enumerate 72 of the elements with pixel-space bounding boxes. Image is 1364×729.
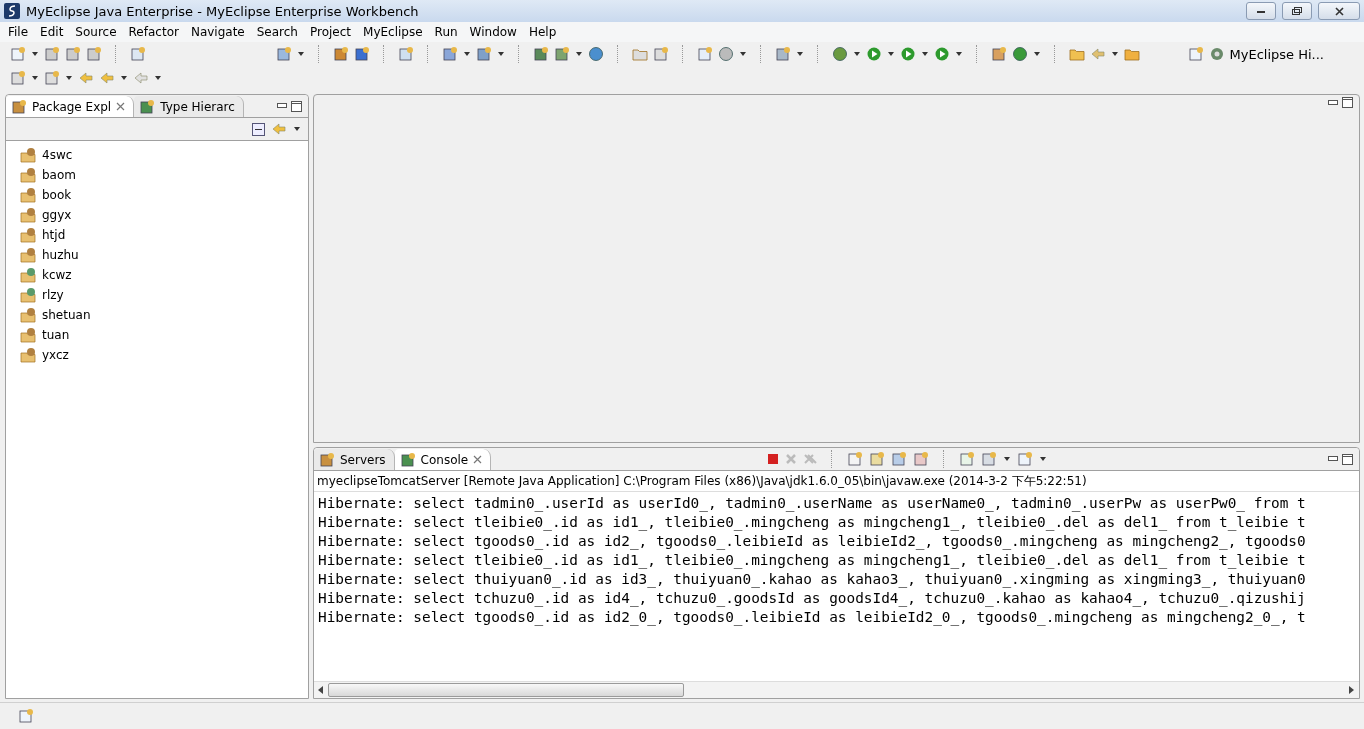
- project-icon: [20, 327, 38, 343]
- app-logo-icon: [4, 3, 20, 19]
- tree-item[interactable]: rlzy: [42, 288, 64, 302]
- close-button[interactable]: [1318, 2, 1360, 20]
- tree-item[interactable]: ggyx: [42, 208, 72, 222]
- maximize-icon[interactable]: [1342, 453, 1353, 465]
- tree-item[interactable]: yxcz: [42, 348, 69, 362]
- maximize-icon[interactable]: [291, 100, 302, 112]
- folder-icon[interactable]: [1069, 46, 1085, 62]
- menu-item[interactable]: Run: [428, 25, 464, 39]
- menu-item[interactable]: Edit: [34, 25, 70, 39]
- close-icon: [1334, 6, 1344, 16]
- console-line: Hibernate: select tleibie0_.id as id1_, tleibie0_.mingcheng as mingcheng1_, tleibie0_.del as del1_ from t_leibie t: [318, 513, 1307, 532]
- tree-item[interactable]: book: [42, 188, 72, 202]
- tree-item[interactable]: 4swc: [42, 148, 73, 162]
- minimize-icon: [1257, 9, 1265, 13]
- tree-item[interactable]: htjd: [42, 228, 66, 242]
- scroll-left-icon[interactable]: [318, 686, 324, 694]
- project-icon: [20, 207, 38, 223]
- console-line: Hibernate: select tgoods0_.id as id2_0_, tgoods0_.leibieId as leibieId2_0_, tgoods0_.mingcheng as mingcheng2_0_, t: [318, 608, 1307, 627]
- project-icon: [20, 347, 38, 363]
- run-icon[interactable]: [934, 46, 950, 62]
- folder-icon[interactable]: [632, 46, 648, 62]
- menu-item[interactable]: Project: [303, 25, 358, 39]
- tree-item[interactable]: baom: [42, 168, 76, 182]
- minimize-icon[interactable]: [1328, 99, 1338, 106]
- console-line: Hibernate: select thuiyuan0_.id as id3_, thuiyuan0_.kahao as kahao3_, thuiyuan0_.xingming as xingming3_, thuiyuan0: [318, 570, 1307, 589]
- view-tab[interactable]: Servers: [314, 449, 395, 470]
- run-icon[interactable]: [900, 46, 916, 62]
- menu-item[interactable]: Source: [69, 25, 123, 39]
- maximize-icon[interactable]: [1342, 97, 1353, 108]
- perspective-button[interactable]: MyEclipse Hi...: [1229, 46, 1324, 62]
- menu-item[interactable]: Search: [250, 25, 304, 39]
- project-icon: [20, 167, 38, 183]
- tree-item[interactable]: huzhu: [42, 248, 79, 262]
- collapse-all-icon[interactable]: [252, 122, 265, 136]
- folder-icon[interactable]: [1124, 46, 1140, 62]
- project-icon: [20, 247, 38, 263]
- window-title: MyEclipse Java Enterprise - MyEclipse Enterprise Workbench: [26, 3, 420, 19]
- console-line: Hibernate: select tgoods0_.id as id2_, tgoods0_.leibieId as leibieId2_, tgoods0_.mingcheng as mingcheng2_, tgoods0: [318, 532, 1307, 551]
- console-line: Hibernate: select tleibie0_.id as id1_, tleibie0_.mingcheng as mingcheng1_, tleibie0_.del as del1_ from t_leibie t: [318, 551, 1307, 570]
- menu-item[interactable]: MyEclipse: [357, 25, 429, 39]
- restore-button[interactable]: [1282, 2, 1312, 20]
- menu-item[interactable]: Refactor: [122, 25, 185, 39]
- menu-item[interactable]: Window: [463, 25, 523, 39]
- minimize-icon[interactable]: [1328, 456, 1338, 462]
- close-icon[interactable]: [473, 455, 483, 464]
- restore-icon: [1292, 7, 1302, 15]
- project-icon: [20, 287, 38, 303]
- project-icon: [20, 147, 38, 163]
- scroll-right-icon[interactable]: [1349, 686, 1355, 694]
- console-line: Hibernate: select tadmin0_.userId as userId0_, tadmin0_.userName as userName0_, tadmin0_.userPw as userPw0_ from t: [318, 494, 1307, 513]
- menu-item[interactable]: Help: [522, 25, 563, 39]
- minimize-button[interactable]: [1246, 2, 1276, 20]
- stop-icon[interactable]: [766, 453, 779, 465]
- tree-item[interactable]: tuan: [42, 328, 70, 342]
- minimize-icon[interactable]: [277, 103, 287, 109]
- project-icon: [20, 187, 38, 203]
- menu-item[interactable]: File: [2, 25, 35, 39]
- project-icon: [20, 227, 38, 243]
- view-tab[interactable]: Console: [394, 449, 492, 470]
- tree-item[interactable]: kcwz: [42, 268, 72, 282]
- view-tab[interactable]: Package Expl: [6, 96, 135, 117]
- console-line: Hibernate: select tchuzu0_.id as id4_, tchuzu0_.goodsId as goodsId4_, tchuzu0_.kahao as kahao4_, tchuzu0_.qizushij: [318, 589, 1307, 608]
- view-tab[interactable]: Type Hierarc: [134, 96, 244, 117]
- menu-item[interactable]: Navigate: [184, 25, 251, 39]
- run-icon[interactable]: [866, 46, 882, 62]
- tree-item[interactable]: shetuan: [42, 308, 91, 322]
- scrollbar-thumb[interactable]: [328, 683, 684, 697]
- project-icon: [20, 267, 38, 283]
- project-icon: [20, 307, 38, 323]
- close-icon[interactable]: [116, 102, 126, 111]
